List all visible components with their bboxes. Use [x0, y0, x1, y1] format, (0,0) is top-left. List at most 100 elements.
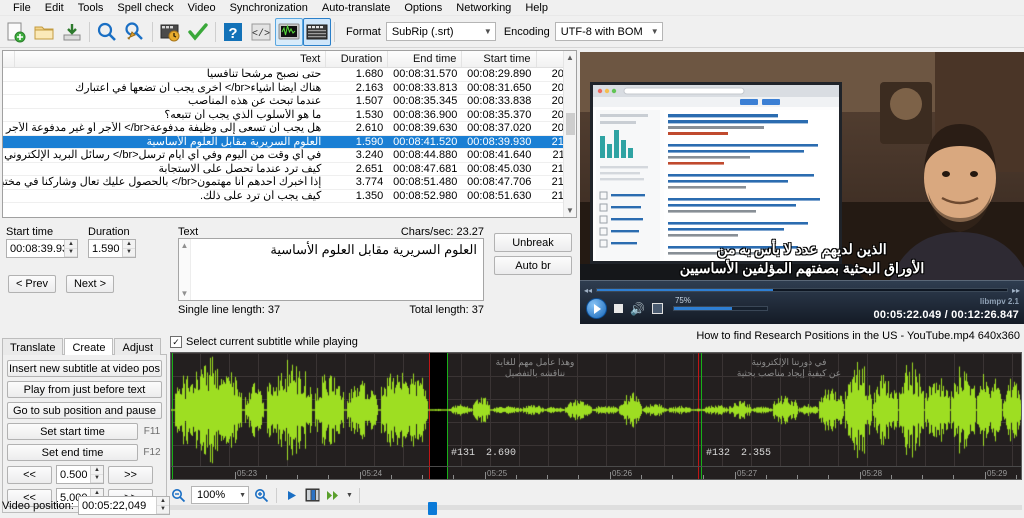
duration-stepper[interactable]: ▲ ▼	[122, 240, 135, 257]
format-combobox[interactable]: SubRip (.srt) ▼	[385, 22, 496, 41]
table-row[interactable]: هناك أيضاً أشياء<br/> أخرى يجب أن تضعها …	[3, 82, 576, 95]
play-icon[interactable]	[283, 487, 300, 504]
tab-adjust[interactable]: Adjust	[114, 338, 162, 355]
duration-input[interactable]: 1.590 ▲ ▼	[88, 239, 136, 258]
table-row[interactable]: في أي وقت من اليوم وفي أي أيام ترسل<br/>…	[3, 149, 576, 163]
video-button-row: 🔊 75%	[586, 296, 768, 319]
column-header-end-time[interactable]: End time	[388, 51, 463, 67]
scroll-down-icon[interactable]: ▼	[179, 289, 190, 298]
text-editor-scrollbar[interactable]: ▲ ▼	[179, 239, 191, 300]
autobr-button[interactable]: Auto br	[494, 256, 572, 275]
waveform-toggle-icon[interactable]	[275, 17, 303, 46]
timeline-minor-tick	[328, 475, 329, 479]
fast-forward-icon[interactable]	[325, 487, 342, 504]
waveform-panel[interactable]: وهذا عامل مهم للغاية نناقشه بالتفصيل في …	[170, 352, 1022, 480]
table-row[interactable]: حتى نصبح مرشحاً تنافسياً 1.680 00:08:31.57…	[3, 68, 576, 82]
scroll-down-icon[interactable]: ▼	[564, 204, 576, 217]
waveform-canvas[interactable]	[171, 353, 1021, 479]
start-time-input[interactable]: 00:08:39.930 ▲▼	[6, 239, 78, 258]
next-button[interactable]: Next >	[66, 275, 114, 293]
cell-start: 00:08:45.030	[467, 162, 532, 175]
tab-create[interactable]: Create	[64, 338, 114, 355]
replace-icon[interactable]	[121, 18, 149, 46]
video-position-stepper[interactable]: ▲ ▼	[155, 497, 169, 514]
table-row[interactable]: إذا أخبرك أحدهم أنا مهتمون<br/> بالحصول …	[3, 176, 576, 190]
seek-slider[interactable]	[596, 288, 1008, 292]
menu-item-synchronization[interactable]: Synchronization	[223, 0, 315, 16]
column-header-text[interactable]: Text	[15, 51, 327, 67]
help-icon[interactable]: ?	[219, 18, 247, 46]
tab-translate[interactable]: Translate	[2, 338, 64, 355]
waveform-horizontal-scrollbar[interactable]	[170, 502, 1022, 516]
timeline-minor-tick	[953, 475, 954, 479]
subtitle-list[interactable]: Text Duration End time Start time # حتى …	[2, 50, 577, 218]
zoom-out-icon[interactable]	[170, 487, 187, 504]
encoding-combobox[interactable]: UTF-8 with BOM ▼	[554, 22, 663, 41]
timeline-minor-tick	[922, 475, 923, 479]
hscroll-thumb[interactable]	[428, 502, 437, 515]
hscroll-track[interactable]	[170, 505, 1022, 510]
table-row[interactable]: ما هو الأسلوب الذي يجب أن تتبعه؟ 1.530 00:…	[3, 109, 576, 122]
sync-icon[interactable]	[156, 18, 184, 46]
scroll-up-icon[interactable]: ▲	[179, 241, 190, 250]
menu-item-auto-translate[interactable]: Auto-translate	[315, 0, 397, 16]
nudge-small-stepper[interactable]: ▲ ▼	[90, 466, 103, 483]
menu-item-edit[interactable]: Edit	[38, 0, 71, 16]
column-header-duration[interactable]: Duration	[326, 51, 389, 67]
goto-sub-position-button[interactable]: Go to sub position and pause	[7, 402, 162, 419]
cell-start: 00:08:51.630	[467, 189, 532, 202]
save-icon[interactable]	[58, 18, 86, 46]
stop-icon[interactable]	[614, 304, 623, 313]
video-position-input[interactable]: 00:05:22,049 ▲ ▼	[77, 496, 170, 515]
open-folder-icon[interactable]	[30, 18, 58, 46]
subtitle-list-body[interactable]: حتى نصبح مرشحاً تنافسياً 1.680 00:08:31.57…	[3, 68, 576, 217]
table-row[interactable]: عندما تبحث عن هذه المناصب 1.507 00:08:35.3…	[3, 95, 576, 109]
table-row[interactable]: كيف ترد عندما تحصل على الاستجابة 2.651 00:…	[3, 162, 576, 176]
table-row[interactable]: كيف يجب أن ترد على ذلك. 1.350 00:08:52.980…	[3, 189, 576, 203]
source-view-icon[interactable]: </>	[247, 18, 275, 46]
format-value: SubRip (.srt)	[391, 25, 454, 38]
grid-icon[interactable]	[304, 487, 321, 504]
play-icon[interactable]	[586, 298, 607, 319]
select-current-subtitle-row[interactable]: ✓ Select current subtitle while playing	[170, 336, 358, 348]
scroll-up-icon[interactable]: ▲	[564, 51, 576, 64]
fullscreen-icon[interactable]	[651, 303, 663, 314]
menu-item-spell-check[interactable]: Spell check	[110, 0, 180, 16]
menu-item-options[interactable]: Options	[397, 0, 449, 16]
find-icon[interactable]	[93, 18, 121, 46]
zoom-in-icon[interactable]	[253, 487, 270, 504]
menu-item-networking[interactable]: Networking	[449, 0, 518, 16]
table-row[interactable]: العلوم السريرية مقابل العلوم الأساسية 1.5…	[3, 135, 576, 149]
menu-item-help[interactable]: Help	[518, 0, 555, 16]
spellcheck-icon[interactable]	[184, 18, 212, 46]
seek-right-cap: ▸▸	[1011, 285, 1020, 295]
select-current-subtitle-checkbox[interactable]: ✓	[170, 336, 182, 348]
list-vertical-scrollbar[interactable]: ▲ ▼	[563, 51, 576, 217]
menu-item-file[interactable]: File	[6, 0, 38, 16]
play-before-text-button[interactable]: Play from just before text	[7, 381, 162, 398]
video-toggle-icon[interactable]	[303, 17, 331, 46]
menu-item-video[interactable]: Video	[181, 0, 223, 16]
volume-fill	[673, 307, 732, 310]
nudge-small-fwd-button[interactable]: >>	[108, 465, 153, 484]
volume-slider[interactable]: 75%	[672, 296, 768, 311]
set-start-time-button[interactable]: Set start time	[7, 423, 138, 440]
prev-button[interactable]: < Prev	[8, 275, 56, 293]
insert-subtitle-button[interactable]: Insert new subtitle at video pos	[7, 360, 162, 377]
set-end-time-button[interactable]: Set end time	[7, 444, 138, 461]
volume-icon[interactable]: 🔊	[630, 302, 645, 316]
volume-track[interactable]	[672, 306, 768, 311]
scrollbar-thumb[interactable]	[566, 113, 575, 135]
video-player[interactable]: الذين لديهم عدد لا بأس به من الأوراق الب…	[580, 52, 1024, 324]
subtitle-text-editor[interactable]: ▲ ▼ العلوم السريرية مقابل العلوم الأساسي…	[178, 238, 484, 301]
column-header-start-time[interactable]: Start time	[462, 51, 537, 67]
cell-text: العلوم السريرية مقابل العلوم الأساسية	[146, 135, 322, 148]
menu-item-tools[interactable]: Tools	[71, 0, 111, 16]
start-time-stepper[interactable]: ▲ ▼	[64, 240, 77, 257]
unbreak-button[interactable]: Unbreak	[494, 233, 572, 252]
table-row[interactable]: هل يجب أن تسعى إلى وظيفة مدفوعة<br/> الأ…	[3, 122, 576, 136]
new-subtitle-icon[interactable]	[2, 18, 30, 46]
nudge-small-input[interactable]: 0.500 ▲ ▼	[56, 465, 104, 484]
chevron-down-icon[interactable]: ▼	[346, 492, 353, 499]
nudge-small-back-button[interactable]: <<	[7, 465, 52, 484]
